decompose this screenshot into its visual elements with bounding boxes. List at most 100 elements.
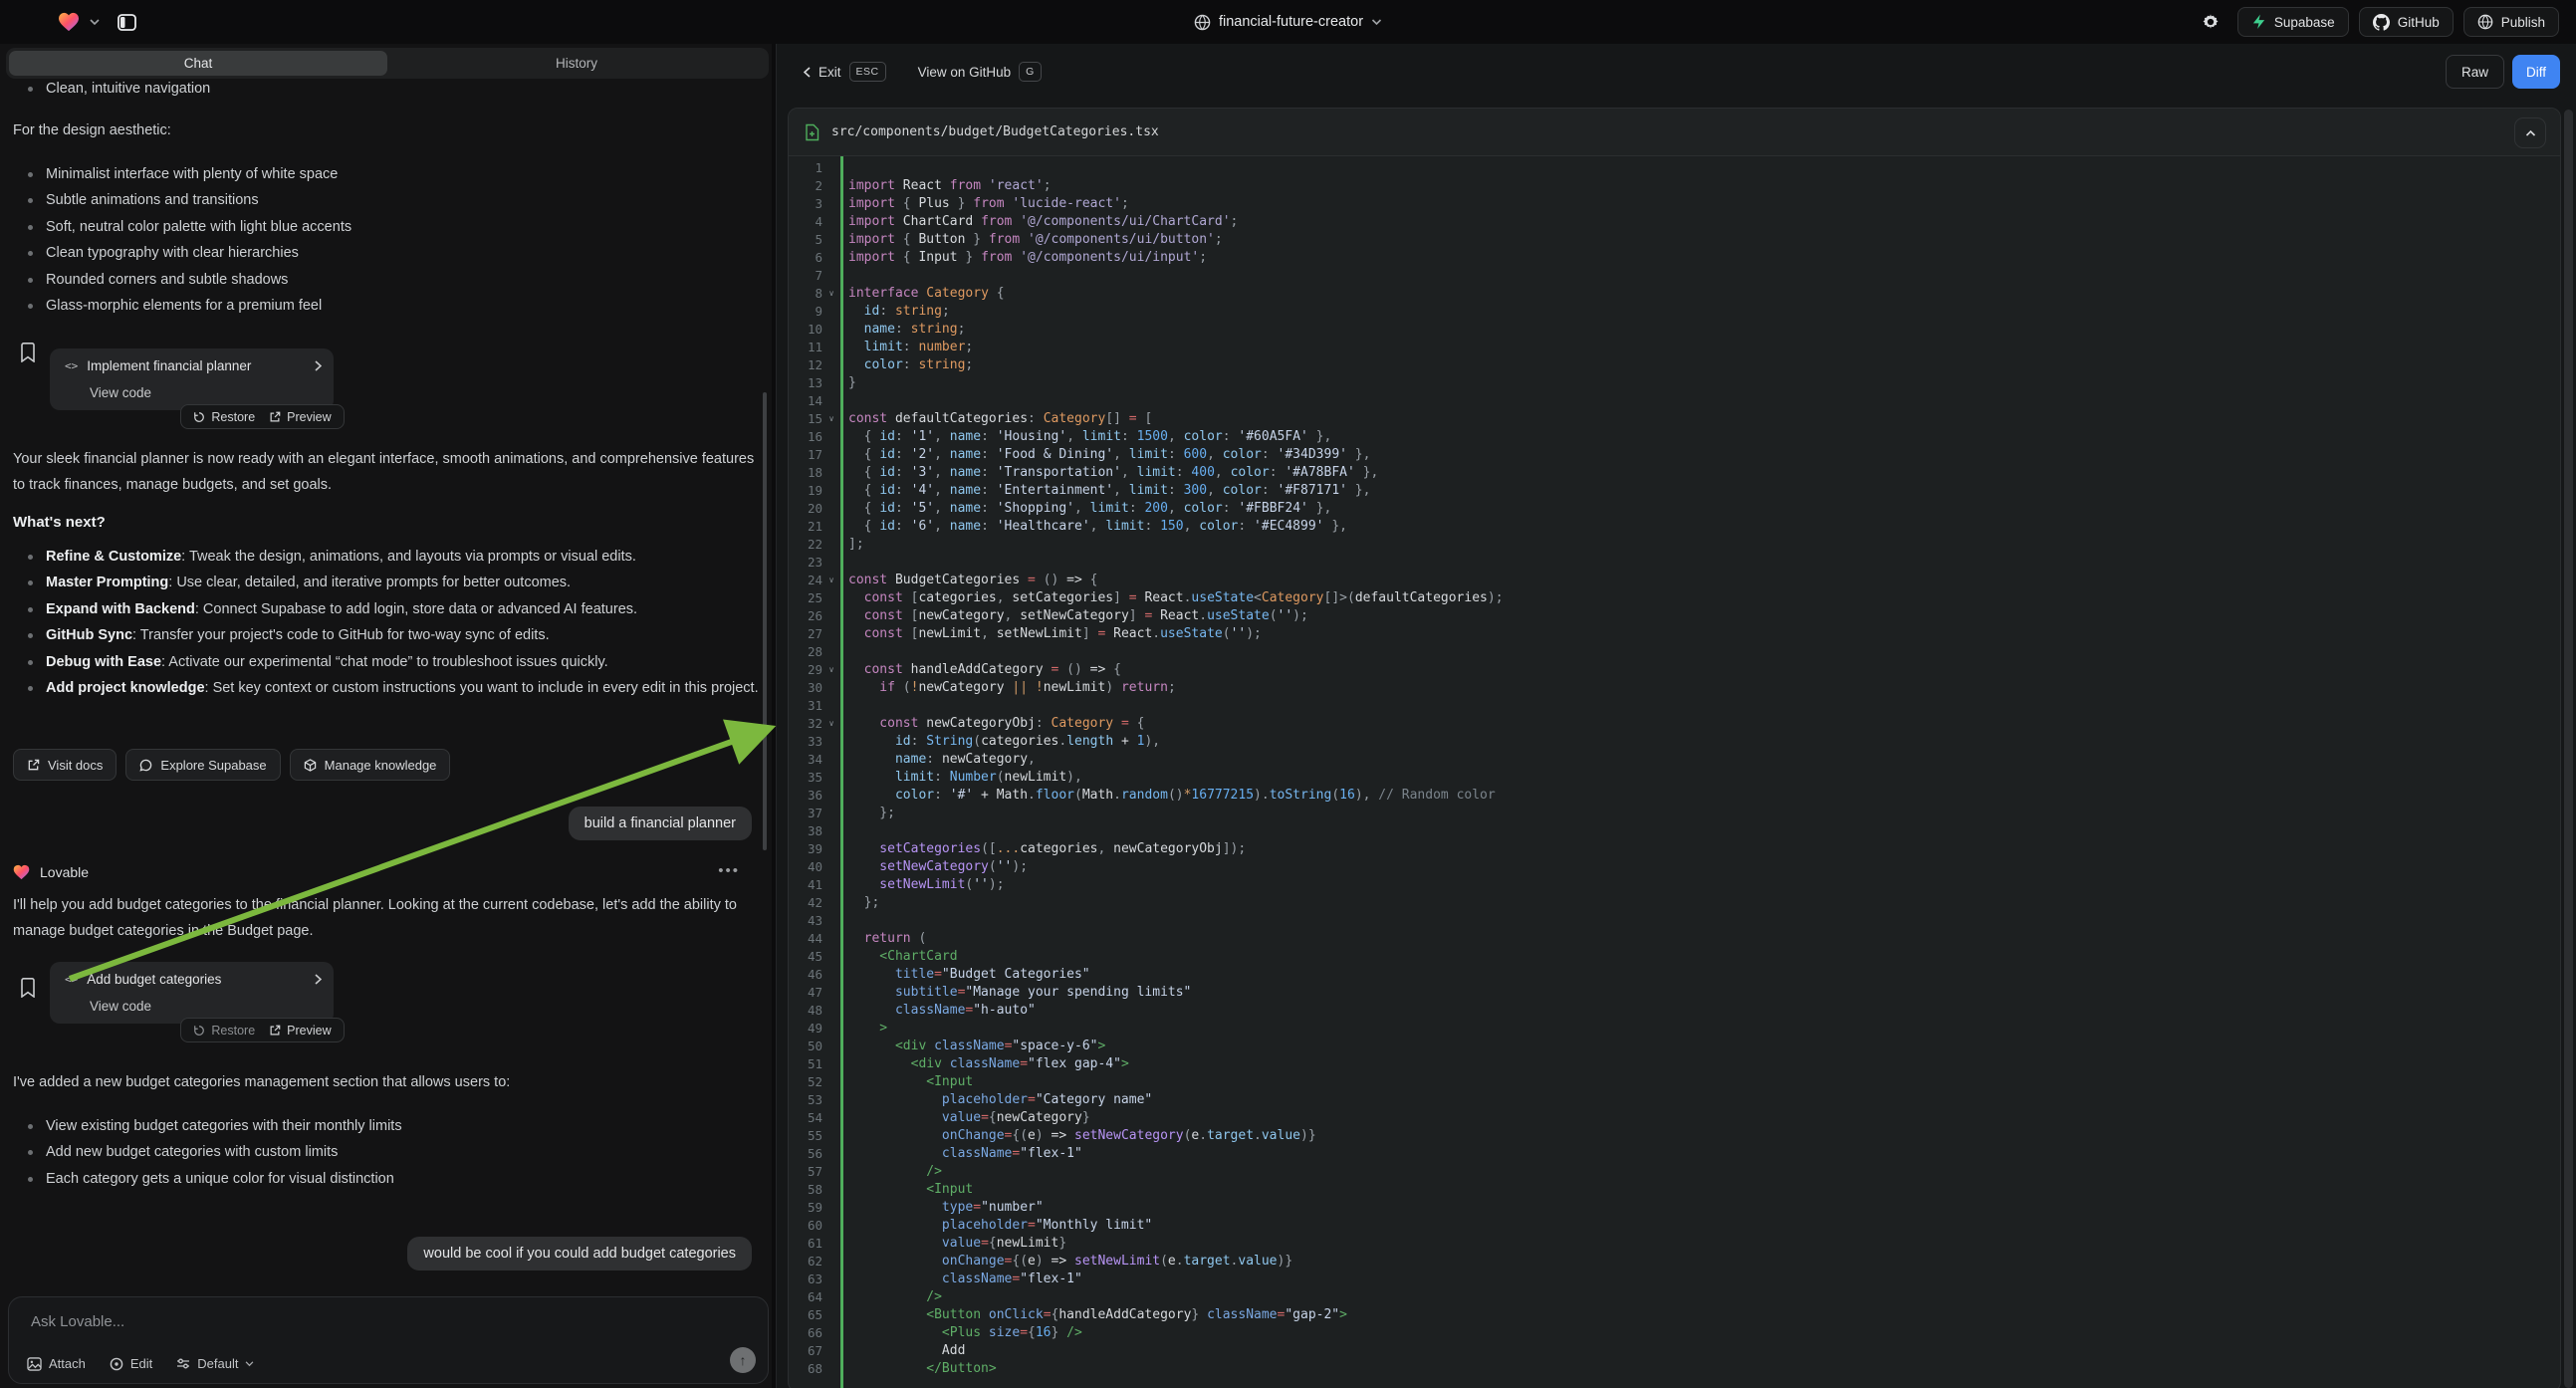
raw-toggle-button[interactable]: Raw xyxy=(2446,55,2504,89)
code-line: 41 setNewLimit(''); xyxy=(789,875,2560,893)
chevron-down-icon xyxy=(245,1361,254,1367)
restore-button[interactable]: Restore xyxy=(193,1024,255,1038)
assistant-header: Lovable xyxy=(13,864,89,880)
assistant-summary: Your sleek financial planner is now read… xyxy=(13,446,758,498)
visit-docs-button[interactable]: Visit docs xyxy=(13,749,117,781)
code-scrollbar[interactable] xyxy=(2564,110,2573,1388)
code-line: 62 onChange={(e) => setNewLimit(e.target… xyxy=(789,1252,2560,1270)
manage-knowledge-button[interactable]: Manage knowledge xyxy=(290,749,451,781)
code-line: 24∨const BudgetCategories = () => { xyxy=(789,571,2560,588)
code-line: 10 name: string; xyxy=(789,320,2560,338)
file-header[interactable]: src/components/budget/BudgetCategories.t… xyxy=(789,109,2560,156)
view-code-link[interactable]: View code xyxy=(90,999,151,1014)
code-line: 3import { Plus } from 'lucide-react'; xyxy=(789,194,2560,212)
code-line: 56 className="flex-1" xyxy=(789,1144,2560,1162)
code-line: 6import { Input } from '@/components/ui/… xyxy=(789,248,2560,266)
list-item: Minimalist interface with plenty of whit… xyxy=(13,161,351,187)
supabase-button[interactable]: Supabase xyxy=(2237,7,2349,37)
g-key-badge: G xyxy=(1019,62,1042,82)
preview-button[interactable]: Preview xyxy=(269,1024,331,1038)
code-line: 37 }; xyxy=(789,804,2560,821)
explore-supabase-button[interactable]: Explore Supabase xyxy=(125,749,280,781)
attach-button[interactable]: Attach xyxy=(27,1356,86,1371)
tab-history[interactable]: History xyxy=(387,51,766,76)
collapse-file-button[interactable] xyxy=(2514,117,2546,148)
list-item: Subtle animations and transitions xyxy=(13,187,351,213)
publish-globe-icon xyxy=(2477,14,2493,30)
project-menu-chevron-icon[interactable] xyxy=(90,19,100,26)
diff-toggle-button[interactable]: Diff xyxy=(2512,55,2560,89)
prompt-composer[interactable]: Ask Lovable... Attach Edit Default ↑ xyxy=(8,1296,769,1384)
send-button[interactable]: ↑ xyxy=(730,1347,756,1373)
code-line: 64 /> xyxy=(789,1287,2560,1305)
project-title[interactable]: financial-future-creator xyxy=(1219,14,1363,30)
list-item: Glass-morphic elements for a premium fee… xyxy=(13,293,351,319)
restore-preview-pill: Restore Preview xyxy=(180,404,345,429)
file-path: src/components/budget/BudgetCategories.t… xyxy=(831,124,1159,139)
list-item: Clean typography with clear hierarchies xyxy=(13,240,351,266)
code-line: 32∨ const newCategoryObj: Category = { xyxy=(789,714,2560,732)
code-icon: <> xyxy=(65,359,78,372)
chat-bubble-icon xyxy=(139,759,152,772)
code-line: 5import { Button } from '@/components/ui… xyxy=(789,230,2560,248)
list-item: Soft, neutral color palette with light b… xyxy=(13,214,351,240)
esc-key-badge: ESC xyxy=(849,62,886,82)
image-icon xyxy=(27,1357,42,1371)
code-line: 67 Add xyxy=(789,1341,2560,1359)
restore-button[interactable]: Restore xyxy=(193,410,255,424)
view-code-link[interactable]: View code xyxy=(90,385,151,400)
code-line: 49 > xyxy=(789,1019,2560,1037)
chat-history-tabs: Chat History xyxy=(6,48,769,79)
list-item: Each category gets a unique color for vi… xyxy=(13,1166,402,1192)
code-line: 8∨interface Category { xyxy=(789,284,2560,302)
preview-icon xyxy=(269,411,281,423)
code-line: 54 value={newCategory} xyxy=(789,1108,2560,1126)
chevron-right-icon xyxy=(315,360,322,371)
assistant-name: Lovable xyxy=(40,864,89,880)
code-line: 7 xyxy=(789,266,2560,284)
code-editor[interactable]: 12import React from 'react';3import { Pl… xyxy=(789,156,2560,1388)
lovable-logo-icon[interactable] xyxy=(58,12,80,32)
code-line: 48 className="h-auto" xyxy=(789,1001,2560,1019)
edit-button[interactable]: Edit xyxy=(110,1356,152,1371)
composer-input[interactable]: Ask Lovable... xyxy=(31,1313,124,1330)
bookmark-icon[interactable] xyxy=(20,343,36,362)
mode-selector[interactable]: Default xyxy=(176,1356,254,1371)
diff-added-bar xyxy=(840,156,843,1388)
settings-gear-icon[interactable] xyxy=(2194,7,2227,37)
chevron-left-icon xyxy=(804,67,811,78)
list-item: Add new budget categories with custom li… xyxy=(13,1139,402,1165)
added-features-list: View existing budget categories with the… xyxy=(0,1113,402,1192)
app-window: financial-future-creator Supabase GitHub… xyxy=(0,0,2576,1388)
sidebar-toggle-icon[interactable] xyxy=(110,7,143,37)
sliders-icon xyxy=(176,1357,190,1370)
view-on-github-button[interactable]: View on GitHub G xyxy=(918,62,1042,82)
code-line: 17 { id: '2', name: 'Food & Dining', lim… xyxy=(789,445,2560,463)
github-button[interactable]: GitHub xyxy=(2359,7,2454,37)
preview-button[interactable]: Preview xyxy=(269,410,331,424)
list-item: GitHub Sync: Transfer your project's cod… xyxy=(13,622,759,648)
more-options-icon[interactable]: ••• xyxy=(718,862,740,879)
list-item: Refine & Customize: Tweak the design, an… xyxy=(13,544,759,570)
code-line: 38 xyxy=(789,821,2560,839)
list-item: Debug with Ease: Activate our experiment… xyxy=(13,649,759,675)
code-line: 53 placeholder="Category name" xyxy=(789,1090,2560,1108)
version-card-title: Add budget categories xyxy=(87,972,221,987)
version-card-title: Implement financial planner xyxy=(87,358,251,373)
version-card-implement-financial-planner[interactable]: <> Implement financial planner View code xyxy=(50,348,334,410)
tab-chat[interactable]: Chat xyxy=(9,51,387,76)
code-line: 66 <Plus size={16} /> xyxy=(789,1323,2560,1341)
code-icon: <> xyxy=(65,973,78,986)
preview-icon xyxy=(269,1025,281,1037)
chat-scrollbar[interactable] xyxy=(763,392,767,850)
version-card-add-budget-categories[interactable]: <> Add budget categories View code xyxy=(50,962,334,1024)
bookmark-icon[interactable] xyxy=(20,978,36,998)
code-line: 25 const [categories, setCategories] = R… xyxy=(789,588,2560,606)
list-item: Rounded corners and subtle shadows xyxy=(13,267,351,293)
code-line: 21 { id: '6', name: 'Healthcare', limit:… xyxy=(789,517,2560,535)
user-message-bubble: would be cool if you could add budget ca… xyxy=(407,1237,752,1271)
exit-button[interactable]: Exit ESC xyxy=(804,62,886,82)
code-line: 39 setCategories([...categories, newCate… xyxy=(789,839,2560,857)
project-dropdown-chevron-icon[interactable] xyxy=(1371,19,1382,26)
publish-button[interactable]: Publish xyxy=(2463,7,2559,37)
